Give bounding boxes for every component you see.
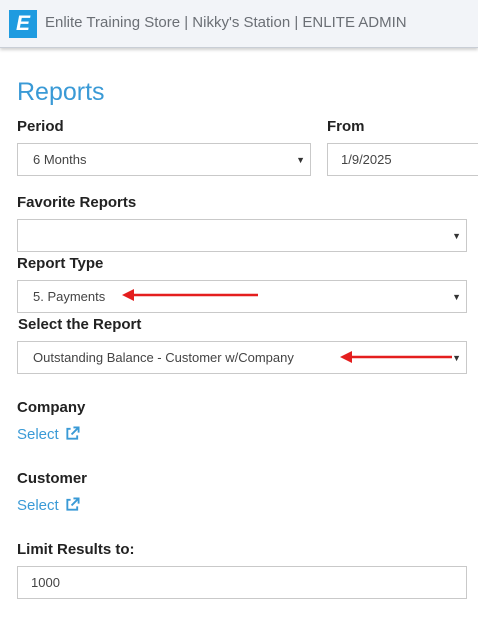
from-date-value: 1/9/2025 (341, 152, 392, 167)
red-arrow-icon (340, 351, 452, 363)
period-select[interactable]: 6 Months ▼ (17, 143, 311, 176)
limit-results-value: 1000 (31, 575, 60, 590)
from-label: From (327, 118, 365, 135)
logo-letter: E (15, 12, 30, 35)
customer-select-text: Select (17, 497, 59, 514)
company-select-link[interactable]: Select (17, 426, 80, 443)
app-title: Enlite Training Store | Nikky's Station … (45, 14, 407, 31)
top-bar: E Enlite Training Store | Nikky's Statio… (0, 0, 478, 48)
external-link-icon (66, 497, 80, 511)
report-type-label: Report Type (17, 255, 104, 272)
select-report-value: Outstanding Balance - Customer w/Company (33, 350, 294, 365)
customer-label: Customer (17, 470, 88, 487)
favorite-reports-select[interactable]: ▼ (17, 219, 467, 252)
customer-select-link[interactable]: Select (17, 497, 80, 514)
report-type-value: 5. Payments (33, 289, 106, 304)
page-title: Reports (17, 78, 105, 106)
chevron-down-icon: ▼ (452, 292, 461, 302)
company-label: Company (17, 399, 86, 416)
external-link-icon (66, 426, 80, 440)
limit-results-input[interactable]: 1000 (17, 566, 467, 599)
company-select-text: Select (17, 426, 59, 443)
enlite-logo-icon[interactable]: E (9, 10, 37, 38)
red-arrow-icon (122, 289, 258, 301)
period-label: Period (17, 118, 64, 135)
select-report-label: Select the Report (18, 316, 142, 333)
favorite-reports-label: Favorite Reports (17, 194, 137, 211)
limit-results-label: Limit Results to: (17, 541, 135, 558)
chevron-down-icon: ▼ (296, 155, 305, 165)
from-date-field[interactable]: 1/9/2025 (327, 143, 478, 176)
period-value: 6 Months (33, 152, 87, 167)
chevron-down-icon: ▼ (452, 231, 461, 241)
